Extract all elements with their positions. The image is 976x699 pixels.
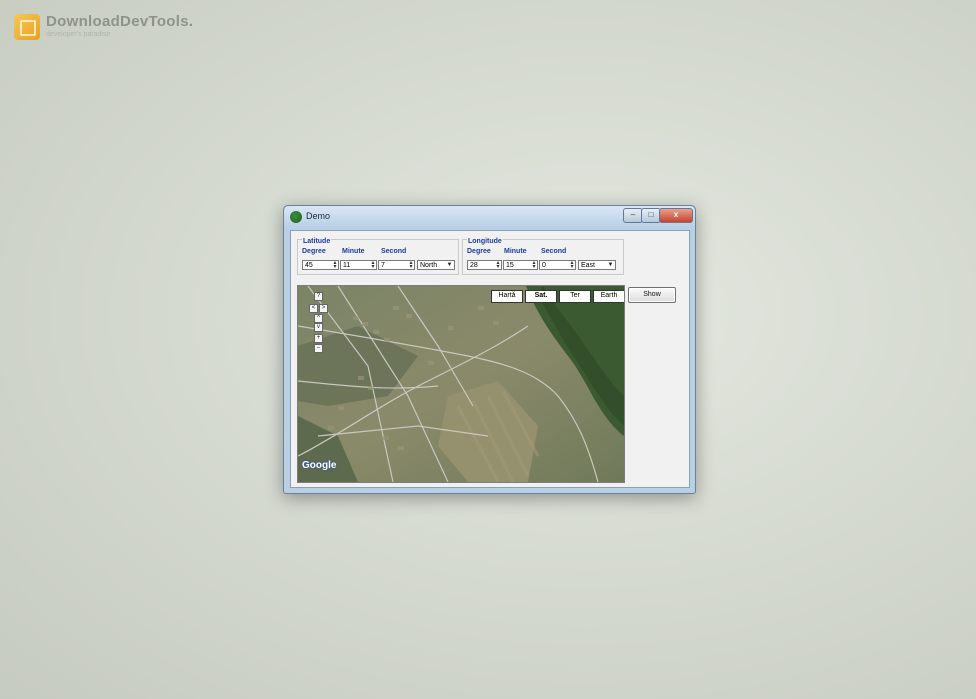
- longitude-minute-label: Minute: [504, 248, 527, 255]
- demo-window: Demo – □ x Latitude Degree Minute Second…: [283, 205, 696, 494]
- satellite-map[interactable]: Hartă Sat. Ter Earth ? < > ^ v + – Googl…: [297, 285, 625, 483]
- map-type-satellite[interactable]: Sat.: [525, 290, 557, 303]
- latitude-minute-spinner[interactable]: 11 ▴ ▾: [340, 260, 377, 270]
- latitude-degree-label: Degree: [302, 248, 326, 255]
- map-type-harta[interactable]: Hartă: [491, 290, 523, 303]
- pan-right-icon[interactable]: >: [319, 304, 328, 313]
- longitude-degree-label: Degree: [467, 248, 491, 255]
- spin-arrows-icon[interactable]: ▴ ▾: [495, 260, 501, 270]
- map-type-terrain[interactable]: Ter: [559, 290, 591, 303]
- latitude-minute-value: 11: [343, 262, 351, 269]
- show-button[interactable]: Show: [628, 287, 676, 303]
- pan-reset-icon[interactable]: v: [314, 323, 323, 332]
- chevron-down-icon[interactable]: ▼: [446, 262, 453, 268]
- map-type-earth[interactable]: Earth: [593, 290, 624, 303]
- minimize-button[interactable]: –: [623, 208, 643, 223]
- latitude-group-title: Latitude: [302, 238, 332, 245]
- spin-arrows-icon[interactable]: ▴ ▾: [408, 260, 414, 270]
- longitude-second-spinner[interactable]: 0 ▴ ▾: [539, 260, 576, 270]
- maximize-button[interactable]: □: [641, 208, 661, 223]
- latitude-hemisphere-select[interactable]: North ▼: [417, 260, 455, 270]
- longitude-second-label: Second: [541, 248, 567, 255]
- longitude-group: Longitude Degree Minute Second 28 ▴ ▾ 15 …: [462, 238, 624, 275]
- spin-arrows-icon[interactable]: ▴ ▾: [569, 260, 575, 270]
- window-client-area: Latitude Degree Minute Second 45 ▴ ▾ 11 ▴…: [290, 230, 690, 488]
- zoom-in-icon[interactable]: +: [314, 334, 323, 343]
- chevron-down-icon[interactable]: ▼: [607, 262, 614, 268]
- longitude-hemisphere-select[interactable]: East ▼: [578, 260, 616, 270]
- longitude-degree-spinner[interactable]: 28 ▴ ▾: [467, 260, 502, 270]
- longitude-second-value: 0: [542, 262, 546, 269]
- latitude-degree-value: 45: [305, 262, 313, 269]
- latitude-second-value: 7: [381, 262, 385, 269]
- brand-tagline: developer's paradise: [46, 31, 111, 38]
- map-type-bar: Hartă Sat. Ter Earth: [491, 290, 624, 303]
- longitude-minute-value: 15: [506, 262, 514, 269]
- latitude-hemisphere-value: North: [420, 262, 438, 269]
- spin-arrows-icon[interactable]: ▴ ▾: [370, 260, 376, 270]
- pan-up-icon[interactable]: ?: [314, 292, 323, 301]
- longitude-degree-value: 28: [470, 262, 478, 269]
- spin-arrows-icon[interactable]: ▴ ▾: [531, 260, 537, 270]
- longitude-minute-spinner[interactable]: 15 ▴ ▾: [503, 260, 538, 270]
- close-button[interactable]: x: [659, 208, 693, 223]
- pan-left-icon[interactable]: <: [309, 304, 318, 313]
- latitude-degree-spinner[interactable]: 45 ▴ ▾: [302, 260, 339, 270]
- brand-name: DownloadDevTools.: [46, 13, 194, 30]
- satellite-imagery: [298, 286, 624, 482]
- longitude-hemisphere-value: East: [581, 262, 596, 269]
- google-logo: Google: [302, 460, 337, 471]
- spin-arrows-icon[interactable]: ▴ ▾: [332, 260, 338, 270]
- window-title: Demo: [306, 211, 331, 221]
- latitude-second-spinner[interactable]: 7 ▴ ▾: [378, 260, 415, 270]
- longitude-group-title: Longitude: [467, 238, 503, 245]
- pan-down-icon[interactable]: ^: [314, 314, 323, 323]
- brand-logo-icon: [14, 14, 40, 40]
- zoom-out-icon[interactable]: –: [314, 344, 323, 353]
- latitude-group: Latitude Degree Minute Second 45 ▴ ▾ 11 ▴…: [297, 238, 459, 275]
- latitude-minute-label: Minute: [342, 248, 365, 255]
- brand: DownloadDevTools. developer's paradise: [14, 14, 193, 40]
- window-titlebar[interactable]: Demo – □ x: [284, 206, 695, 228]
- latitude-second-label: Second: [381, 248, 407, 255]
- app-globe-icon: [290, 211, 302, 223]
